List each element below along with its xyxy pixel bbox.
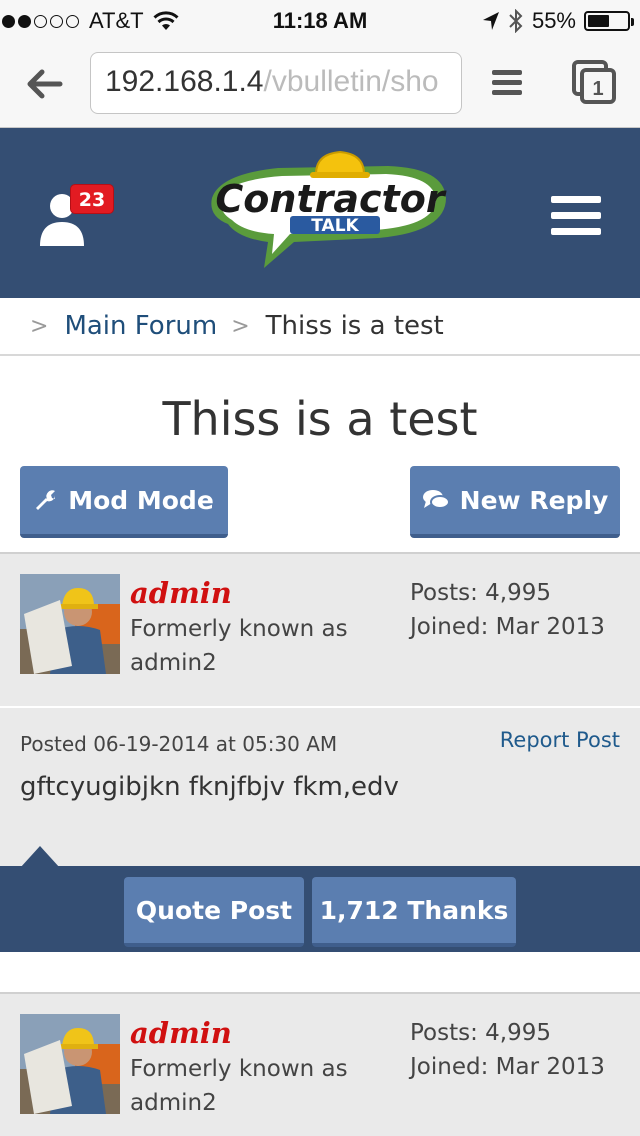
post-date: Posted 06-19-2014 at 05:30 AM (20, 732, 338, 756)
report-post-link[interactable]: Report Post (500, 728, 620, 752)
mod-mode-button[interactable]: Mod Mode (20, 466, 228, 538)
logo-subword: TALK (311, 216, 359, 236)
post-user-posts: Posts: 4,995 (410, 580, 552, 606)
post-body: Posted 06-19-2014 at 05:30 AM Report Pos… (0, 706, 640, 868)
post-userbar: admin Formerly known as admin2 Posts: 4,… (0, 552, 640, 706)
quote-post-button[interactable]: Quote Post (124, 877, 304, 947)
notification-badge[interactable]: 23 (70, 184, 114, 214)
post-user-joined: Joined: Mar 2013 (410, 1054, 605, 1080)
post-username[interactable]: admin (130, 576, 232, 610)
post-username[interactable]: admin (130, 1016, 232, 1050)
wrench-icon (36, 490, 56, 510)
battery-level (588, 15, 609, 27)
battery-icon (584, 11, 634, 31)
browser-toolbar: 192.168.1.4/vbulletin/sho 1 (0, 40, 640, 128)
breadcrumb-separator: > (231, 313, 250, 339)
avatar[interactable] (20, 574, 120, 674)
browser-menu-icon[interactable] (490, 66, 524, 100)
site-header: 23 Contractor TALK (0, 128, 640, 298)
thread-title: Thiss is a test (162, 392, 478, 446)
thanks-button[interactable]: 1,712 Thanks (312, 877, 516, 947)
comments-icon (422, 490, 450, 509)
site-logo[interactable]: Contractor TALK (198, 146, 450, 276)
post-caret (20, 846, 60, 868)
url-host: 192.168.1.4 (105, 65, 264, 98)
avatar[interactable] (20, 1014, 120, 1114)
post-user-title: Formerly known as admin2 (130, 616, 348, 676)
breadcrumb-separator: > (30, 313, 49, 339)
breadcrumb-forum-link[interactable]: Main Forum (64, 311, 217, 341)
location-arrow-icon (482, 12, 499, 30)
bluetooth-icon (509, 9, 523, 33)
logo-wordmark: Contractor (215, 177, 446, 221)
hamburger-menu-icon[interactable] (551, 194, 601, 238)
post-userbar: admin Formerly known as admin2 Posts: 4,… (0, 992, 640, 1136)
breadcrumb-current: Thiss is a test (265, 311, 444, 341)
post-content: gftcyugibjkn fknjfbjv fkm,edv (20, 772, 399, 802)
back-arrow-icon[interactable] (22, 62, 66, 106)
url-field[interactable]: 192.168.1.4/vbulletin/sho (90, 52, 462, 114)
post-user-joined: Joined: Mar 2013 (410, 614, 605, 640)
status-right: 55% (482, 8, 634, 34)
battery-percent: 55% (531, 8, 576, 33)
new-reply-label: New Reply (459, 485, 609, 515)
new-reply-button[interactable]: New Reply (410, 466, 620, 538)
mod-mode-label: Mod Mode (68, 485, 214, 515)
tab-count: 1 (592, 78, 603, 100)
status-bar: AT&T 11:18 AM 55% (0, 0, 640, 40)
breadcrumb: > Main Forum > Thiss is a test (0, 298, 640, 356)
post-user-title: Formerly known as admin2 (130, 1056, 348, 1116)
post-user-posts: Posts: 4,995 (410, 1020, 552, 1046)
tabs-icon[interactable]: 1 (572, 60, 618, 106)
url-path: /vbulletin/sho (263, 65, 439, 98)
